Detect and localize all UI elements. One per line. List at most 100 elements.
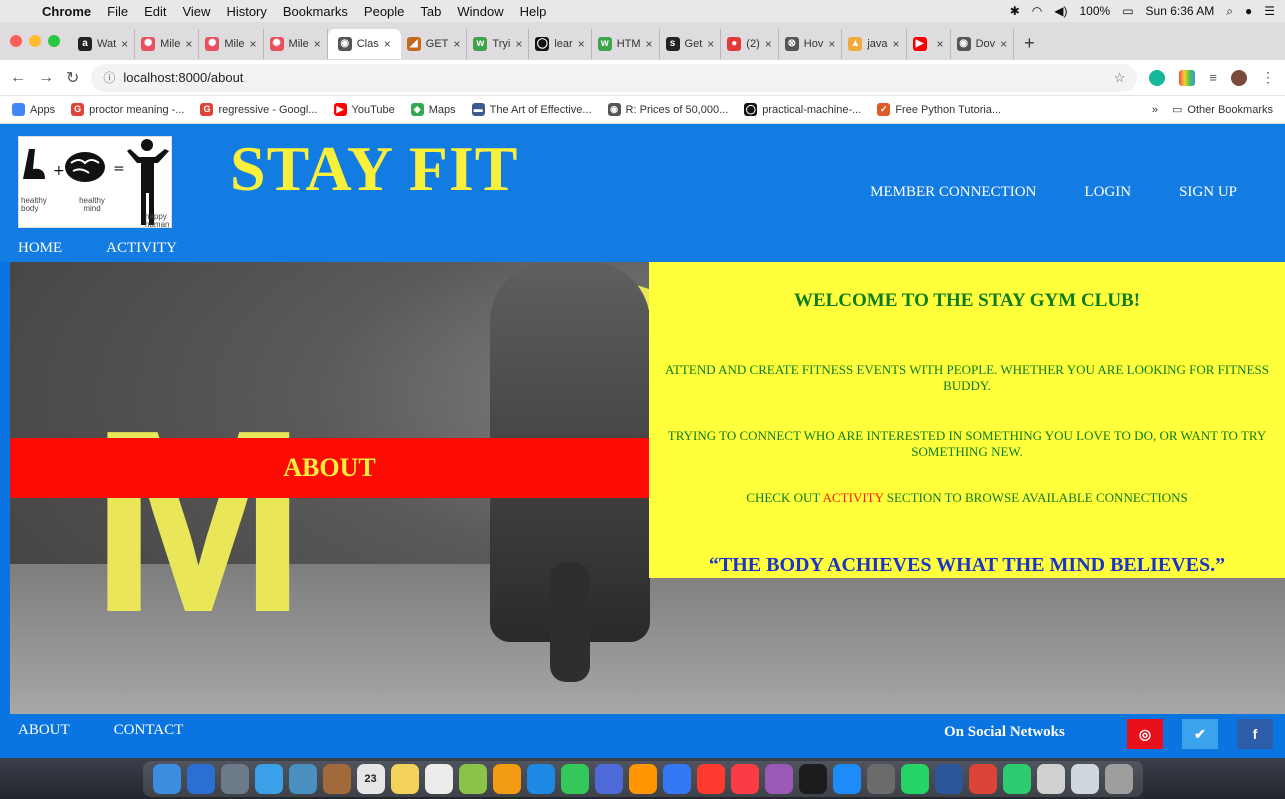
activity-highlight-link[interactable]: ACTIVITY xyxy=(823,490,884,505)
atom-icon[interactable] xyxy=(1002,763,1031,794)
tab-close-icon[interactable]: × xyxy=(1000,37,1007,51)
facebook-icon[interactable]: f xyxy=(1237,719,1273,749)
bookmark-item[interactable]: ▶ YouTube xyxy=(333,103,395,116)
reload-icon[interactable]: ↻ xyxy=(66,68,79,88)
word-icon[interactable] xyxy=(934,763,963,794)
address-bar-url[interactable]: localhost:8000/about xyxy=(123,70,243,85)
browser-tab[interactable]: ✺ Mile × xyxy=(264,29,328,59)
menu-edit[interactable]: Edit xyxy=(136,4,174,19)
reading-list-icon[interactable]: ≡ xyxy=(1209,70,1217,85)
clock[interactable]: Sun 6:36 AM xyxy=(1146,4,1215,18)
browser-tab[interactable]: ◢ GET × xyxy=(401,29,468,59)
tab-close-icon[interactable]: × xyxy=(185,37,192,51)
volume-icon[interactable]: ◀) xyxy=(1054,4,1067,18)
tab-close-icon[interactable]: × xyxy=(121,37,128,51)
browser-tab[interactable]: ⊗ Hov × xyxy=(779,29,843,59)
footer-about-link[interactable]: ABOUT xyxy=(18,722,70,739)
tab-close-icon[interactable]: × xyxy=(893,37,900,51)
minimize-window-button[interactable] xyxy=(29,35,41,47)
menu-bookmarks[interactable]: Bookmarks xyxy=(275,4,356,19)
siri-icon[interactable] xyxy=(186,763,215,794)
wifi-icon[interactable]: ◠ xyxy=(1032,4,1042,18)
siri-icon[interactable]: ● xyxy=(1245,4,1252,18)
tab-close-icon[interactable]: × xyxy=(250,37,257,51)
browser-tab[interactable]: ▶ × xyxy=(907,29,951,59)
bookmark-item[interactable]: ✓ Free Python Tutoria... xyxy=(877,103,1001,116)
browser-tab[interactable]: ▲ java × xyxy=(842,29,907,59)
bookmark-item[interactable]: Gproctor meaning -... xyxy=(71,103,184,116)
numbers-icon[interactable] xyxy=(628,763,657,794)
bookmark-item[interactable]: Apps xyxy=(12,103,55,116)
bookmark-item[interactable]: ◯ practical-machine-... xyxy=(744,103,861,116)
menu-tab[interactable]: Tab xyxy=(412,4,449,19)
whatsapp-icon[interactable] xyxy=(900,763,929,794)
instagram-icon[interactable]: ◎ xyxy=(1127,719,1163,749)
safari-icon[interactable] xyxy=(254,763,283,794)
photos-icon[interactable] xyxy=(492,763,521,794)
tab-close-icon[interactable]: × xyxy=(384,37,391,51)
notes-icon[interactable] xyxy=(390,763,419,794)
browser-tab[interactable]: ✺ Mile × xyxy=(199,29,264,59)
menu-help[interactable]: Help xyxy=(512,4,555,19)
back-arrow-icon[interactable]: ← xyxy=(10,69,26,87)
news-icon[interactable] xyxy=(696,763,725,794)
site-logo[interactable]: + = healthy body healthy mind happy huma… xyxy=(18,136,172,229)
podcasts-icon[interactable] xyxy=(764,763,793,794)
messages-icon[interactable] xyxy=(526,763,555,794)
bookmark-item[interactable]: ▬ The Art of Effective... xyxy=(471,103,592,116)
documents-icon[interactable] xyxy=(1070,763,1099,794)
twitter-icon[interactable]: ✔ xyxy=(1182,719,1218,749)
app-store-icon[interactable] xyxy=(832,763,861,794)
finder-icon[interactable] xyxy=(152,763,181,794)
bookmark-item[interactable]: ◆ Maps xyxy=(410,103,456,116)
profile-avatar[interactable] xyxy=(1231,69,1247,86)
forward-arrow-icon[interactable]: → xyxy=(38,69,54,87)
new-tab-button[interactable]: + xyxy=(1014,33,1045,54)
browser-tab[interactable]: ◉ Dov × xyxy=(951,29,1015,59)
nav-sign-up[interactable]: SIGN UP xyxy=(1179,184,1237,201)
browser-tab[interactable]: ✺ Mile × xyxy=(135,29,200,59)
tab-close-icon[interactable]: × xyxy=(314,37,321,51)
tab-close-icon[interactable]: × xyxy=(578,37,585,51)
zoom-window-button[interactable] xyxy=(48,35,60,47)
bookmark-item[interactable]: Gregressive - Googl... xyxy=(200,103,318,116)
battery-icon[interactable]: ▭ xyxy=(1122,4,1133,18)
menu-window[interactable]: Window xyxy=(449,4,511,19)
menu-app-name[interactable]: Chrome xyxy=(34,4,99,19)
menu-kebab-icon[interactable]: ⋮ xyxy=(1261,69,1275,86)
menu-people[interactable]: People xyxy=(356,4,412,19)
menu-history[interactable]: History xyxy=(218,4,274,19)
system-preferences-icon[interactable] xyxy=(866,763,895,794)
bluetooth-icon[interactable]: ✱ xyxy=(1010,4,1020,18)
menu-view[interactable]: View xyxy=(174,4,218,19)
browser-tab[interactable]: w HTM × xyxy=(592,29,660,59)
tab-close-icon[interactable]: × xyxy=(828,37,835,51)
browser-tab[interactable]: a Wat × xyxy=(72,29,136,59)
battery-percent[interactable]: 100% xyxy=(1079,4,1110,18)
tv-icon[interactable] xyxy=(798,763,827,794)
trash-icon[interactable] xyxy=(1104,763,1133,794)
facetime-icon[interactable] xyxy=(560,763,589,794)
maps-icon[interactable] xyxy=(458,763,487,794)
menu-file[interactable]: File xyxy=(99,4,136,19)
tab-close-icon[interactable]: × xyxy=(515,37,522,51)
browser-tab[interactable]: ● (2) × xyxy=(721,29,779,59)
launchpad-icon[interactable] xyxy=(220,763,249,794)
pages-icon[interactable] xyxy=(594,763,623,794)
tab-close-icon[interactable]: × xyxy=(937,37,944,51)
browser-tab[interactable]: s Get × xyxy=(660,29,722,59)
chrome-icon[interactable] xyxy=(968,763,997,794)
bookmark-star-icon[interactable]: ☆ xyxy=(1114,70,1126,86)
footer-contact-link[interactable]: CONTACT xyxy=(114,722,184,739)
browser-tab[interactable]: ◉ Clas × xyxy=(327,29,401,59)
tab-close-icon[interactable]: × xyxy=(453,37,460,51)
control-center-icon[interactable]: ☰ xyxy=(1264,4,1275,18)
spotlight-icon[interactable]: ⌕ xyxy=(1226,4,1233,19)
downloads-icon[interactable] xyxy=(1036,763,1065,794)
music-icon[interactable] xyxy=(730,763,759,794)
nav-activity[interactable]: ACTIVITY xyxy=(106,240,177,257)
info-icon[interactable]: ⓘ xyxy=(103,69,115,86)
colorful-extension-icon[interactable] xyxy=(1179,69,1196,86)
nav-member-connection[interactable]: MEMBER CONNECTION xyxy=(870,184,1036,201)
preview-icon[interactable] xyxy=(288,763,317,794)
